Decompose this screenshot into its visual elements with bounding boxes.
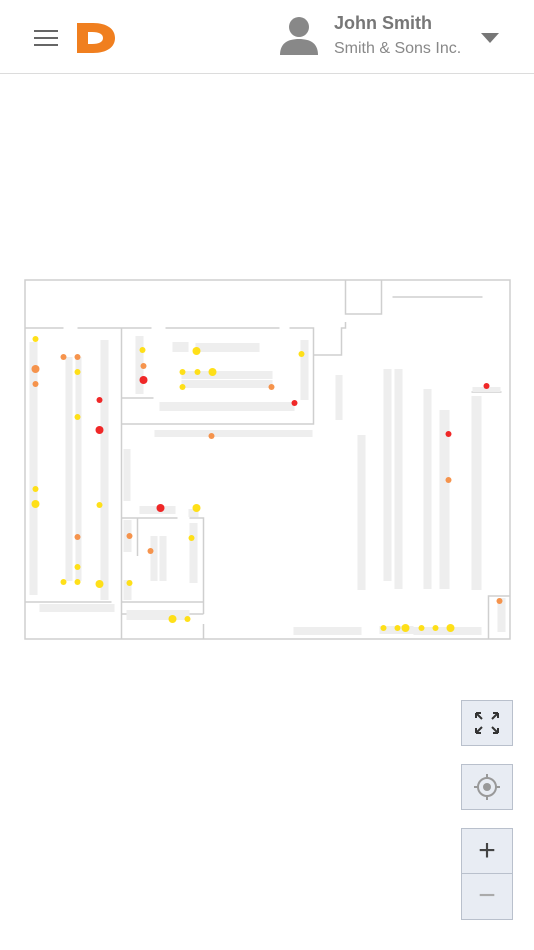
heat-marker-red[interactable] [483, 383, 490, 389]
heat-marker-red[interactable] [156, 504, 165, 512]
heat-marker-yellow[interactable] [60, 579, 67, 585]
store-floorplan[interactable] [24, 279, 512, 641]
crosshair-icon [474, 774, 500, 800]
heat-marker-yellow[interactable] [74, 369, 81, 375]
heat-marker-red[interactable] [96, 397, 103, 403]
heat-marker-yellow[interactable] [95, 580, 104, 588]
brand-logo[interactable] [76, 21, 116, 55]
heat-marker-yellow[interactable] [184, 616, 191, 622]
heat-marker-yellow[interactable] [188, 535, 195, 541]
heat-marker-yellow[interactable] [192, 347, 201, 355]
heat-marker-yellow[interactable] [74, 414, 81, 420]
heat-marker-yellow[interactable] [179, 384, 186, 390]
heat-marker-red[interactable] [95, 426, 104, 434]
heat-marker-yellow[interactable] [194, 369, 201, 375]
map-viewport[interactable]: + − [0, 75, 534, 950]
heat-marker-orange[interactable] [140, 363, 147, 369]
heat-marker-yellow[interactable] [32, 336, 39, 342]
heat-marker-red[interactable] [139, 376, 148, 384]
zoom-in-button[interactable]: + [462, 829, 512, 874]
caret-down-icon[interactable] [480, 31, 500, 45]
expand-icon [475, 712, 499, 734]
heat-marker-red[interactable] [291, 400, 298, 406]
heat-marker-orange[interactable] [496, 598, 503, 604]
heat-marker-yellow[interactable] [446, 624, 455, 632]
heat-marker-yellow[interactable] [192, 504, 201, 512]
app-header: John Smith Smith & Sons Inc. [0, 0, 534, 74]
heat-marker-orange[interactable] [208, 433, 215, 439]
company-name[interactable]: Smith & Sons Inc. [334, 40, 461, 58]
heat-marker-orange[interactable] [268, 384, 275, 390]
heat-marker-yellow[interactable] [96, 502, 103, 508]
heat-marker-orange[interactable] [60, 354, 67, 360]
heat-marker-yellow[interactable] [74, 579, 81, 585]
heat-marker-yellow[interactable] [168, 615, 177, 623]
heat-marker-orange[interactable] [126, 533, 133, 539]
zoom-out-button[interactable]: − [462, 874, 512, 919]
heat-marker-yellow[interactable] [394, 625, 401, 631]
heat-marker-yellow[interactable] [401, 624, 410, 632]
heat-marker-yellow[interactable] [179, 369, 186, 375]
floorplan-shelves [29, 336, 506, 635]
heat-marker-yellow[interactable] [380, 625, 387, 631]
heat-marker-yellow[interactable] [74, 564, 81, 570]
heat-marker-yellow[interactable] [126, 580, 133, 586]
heat-marker-orange[interactable] [147, 548, 154, 554]
user-icon[interactable] [278, 15, 320, 57]
heat-marker-orange[interactable] [74, 354, 81, 360]
heat-marker-orange[interactable] [74, 534, 81, 540]
heat-marker-yellow[interactable] [139, 347, 146, 353]
hamburger-icon[interactable] [34, 28, 60, 48]
heat-marker-yellow[interactable] [432, 625, 439, 631]
zoom-control: + − [461, 828, 513, 920]
heat-marker-yellow[interactable] [418, 625, 425, 631]
heat-marker-yellow[interactable] [32, 486, 39, 492]
heat-marker-orange[interactable] [32, 381, 39, 387]
heat-marker-yellow[interactable] [31, 500, 40, 508]
fullscreen-button[interactable] [461, 700, 513, 746]
locate-button[interactable] [461, 764, 513, 810]
heat-marker-orange[interactable] [31, 365, 40, 373]
user-name[interactable]: John Smith [334, 13, 432, 34]
heat-marker-yellow[interactable] [298, 351, 305, 357]
heat-marker-red[interactable] [445, 431, 452, 437]
heat-marker-orange[interactable] [445, 477, 452, 483]
heat-marker-yellow[interactable] [208, 368, 217, 376]
